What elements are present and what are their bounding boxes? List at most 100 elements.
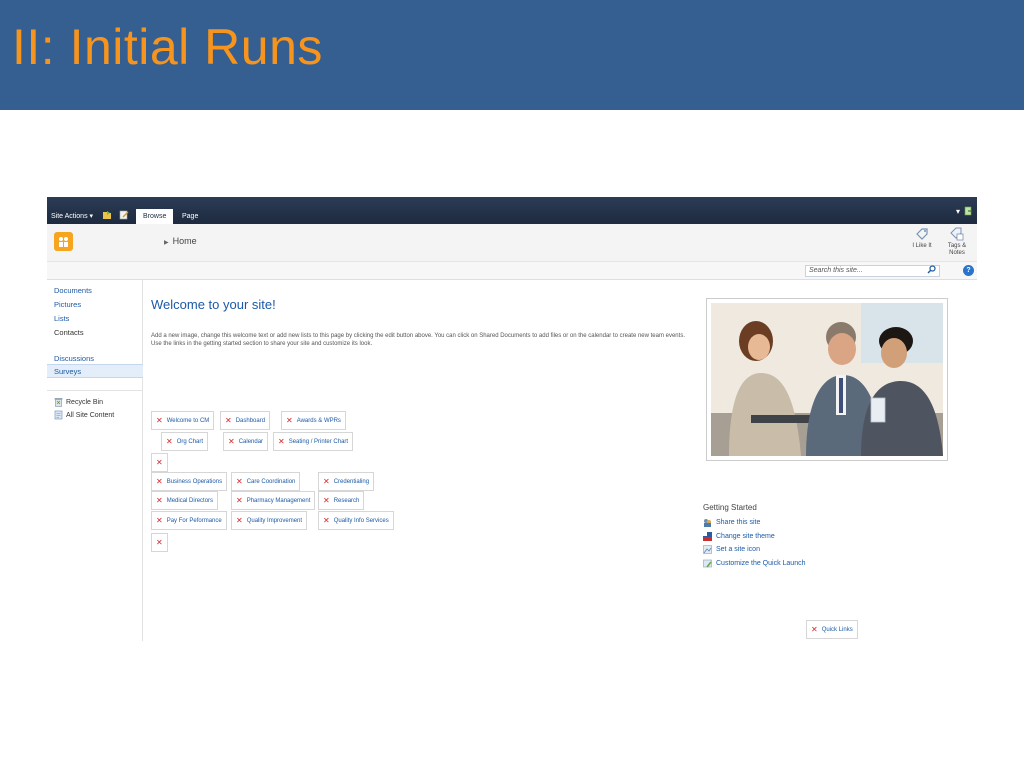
- broken-image-icon: ✕: [323, 496, 330, 505]
- like-tag-icon: [916, 228, 928, 240]
- tile-label: Research: [333, 497, 360, 504]
- slide-title: II: Initial Runs: [12, 19, 323, 75]
- tile-label: Quality Info Services: [333, 517, 389, 524]
- navigate-up-icon[interactable]: [102, 210, 112, 220]
- customize-quick-launch-icon: [703, 559, 712, 568]
- tile-org-chart[interactable]: ✕ Org Chart: [161, 432, 209, 451]
- tile-research[interactable]: ✕ Research: [318, 491, 365, 510]
- sign-out-icon[interactable]: [964, 206, 973, 216]
- ribbon-bar: Site Actions ▾ Browse Page ▾: [47, 197, 977, 224]
- change-theme-label: Change site theme: [716, 533, 775, 540]
- tile-label: Seating / Printer Chart: [288, 438, 349, 445]
- tile-quality-improvement[interactable]: ✕ Quality Improvement: [231, 511, 308, 530]
- customize-quick-launch-label: Customize the Quick Launch: [716, 560, 806, 567]
- tile-label: Org Chart: [176, 438, 204, 445]
- team-photo-image: [711, 303, 943, 456]
- set-site-icon-link[interactable]: Set a site icon: [703, 545, 760, 554]
- nav-contacts[interactable]: Contacts: [54, 328, 84, 337]
- nav-lists[interactable]: Lists: [54, 314, 69, 323]
- like-label: I Like It: [912, 243, 932, 249]
- recycle-bin-label: Recycle Bin: [66, 398, 103, 406]
- tile-label: Pay For Peformance: [166, 517, 222, 524]
- all-site-content-icon: [54, 410, 63, 420]
- share-site-link[interactable]: Share this site: [703, 518, 760, 527]
- broken-image-icon: ✕: [323, 516, 330, 525]
- tile-quality-info-services[interactable]: ✕ Quality Info Services: [318, 511, 394, 530]
- notes-label: Notes: [949, 250, 965, 256]
- dropdown-arrow-icon[interactable]: ▾: [956, 207, 960, 216]
- tile-seating-printer-chart[interactable]: ✕ Seating / Printer Chart: [273, 432, 354, 451]
- broken-image-icon: ✕: [236, 516, 243, 525]
- tile-label: Dashboard: [235, 417, 266, 424]
- nav-recycle-bin[interactable]: Recycle Bin: [54, 397, 103, 407]
- tile-label: Credentialing: [333, 478, 370, 485]
- tile-dashboard[interactable]: ✕ Dashboard: [220, 411, 271, 430]
- search-input[interactable]: Search this site...: [805, 265, 940, 277]
- broken-image-icon: ✕: [228, 437, 235, 446]
- tile-label: Medical Directors: [166, 497, 214, 504]
- tile-broken-image[interactable]: ✕: [151, 453, 168, 472]
- tab-browse[interactable]: Browse: [136, 209, 174, 224]
- edit-page-icon[interactable]: [119, 210, 129, 220]
- getting-started-title: Getting Started: [703, 503, 757, 512]
- change-theme-icon: [703, 532, 712, 541]
- broken-image-icon: ✕: [286, 416, 293, 425]
- nav-discussions[interactable]: Discussions: [54, 354, 94, 363]
- welcome-text: Add a new image, change this welcome tex…: [151, 333, 685, 347]
- tile-credentialing[interactable]: ✕ Credentialing: [318, 472, 375, 491]
- search-bar-row: Search this site... ?: [47, 262, 977, 280]
- tile-label: Care Coordination: [246, 478, 296, 485]
- tags-notes-button[interactable]: Tags & Notes: [942, 227, 972, 257]
- tile-awards-wprs[interactable]: ✕ Awards & WPRs: [281, 411, 346, 430]
- help-icon[interactable]: ?: [963, 265, 974, 276]
- customize-quick-launch-link[interactable]: Customize the Quick Launch: [703, 559, 806, 568]
- broken-image-icon: ✕: [278, 437, 285, 446]
- search-icon[interactable]: [927, 265, 936, 276]
- broken-image-icon: ✕: [156, 458, 163, 467]
- site-title-area: ▶ Home I Like It Tags & Notes: [47, 224, 977, 262]
- tile-broken-image-2[interactable]: ✕: [151, 533, 168, 552]
- broken-image-icon: ✕: [236, 496, 243, 505]
- i-like-it-button[interactable]: I Like It: [907, 227, 937, 250]
- quick-launch: Documents Pictures Lists Contacts Discus…: [47, 280, 143, 641]
- recycle-bin-icon: [54, 398, 63, 407]
- sharepoint-screenshot: Site Actions ▾ Browse Page ▾ ▶ Home I Lik…: [47, 197, 977, 641]
- tile-label: Pharmacy Management: [246, 497, 311, 504]
- tile-label: Calendar: [238, 438, 264, 445]
- team-photo: [706, 298, 948, 461]
- broken-image-icon: ✕: [166, 437, 173, 446]
- tile-quick-links[interactable]: ✕ Quick Links: [806, 620, 858, 639]
- share-site-label: Share this site: [716, 519, 761, 526]
- site-actions-menu[interactable]: Site Actions ▾: [51, 212, 93, 220]
- nav-pictures[interactable]: Pictures: [54, 300, 81, 309]
- broken-image-icon: ✕: [323, 477, 330, 486]
- set-site-icon-label: Set a site icon: [716, 546, 760, 553]
- broken-image-icon: ✕: [156, 516, 163, 525]
- tile-medical-directors[interactable]: ✕ Medical Directors: [151, 491, 219, 510]
- tile-pay-for-performance[interactable]: ✕ Pay For Peformance: [151, 511, 227, 530]
- breadcrumb-home[interactable]: Home: [173, 236, 197, 246]
- share-site-icon: [704, 519, 711, 527]
- ribbon-right-controls: ▾: [956, 206, 973, 216]
- breadcrumb-arrow-icon: ▶: [164, 240, 169, 246]
- nav-divider: [47, 390, 143, 391]
- welcome-title: Welcome to your site!: [151, 297, 276, 312]
- tile-label: Quick Links: [821, 626, 853, 633]
- nav-all-site-content[interactable]: All Site Content: [54, 410, 114, 420]
- tile-welcome-to-cm[interactable]: ✕ Welcome to CM: [151, 411, 215, 430]
- nav-surveys[interactable]: Surveys: [54, 367, 81, 376]
- broken-image-icon: ✕: [156, 416, 163, 425]
- tile-care-coordination[interactable]: ✕ Care Coordination: [231, 472, 301, 491]
- broken-image-icon: ✕: [225, 416, 232, 425]
- broken-image-icon: ✕: [236, 477, 243, 486]
- tile-pharmacy-management[interactable]: ✕ Pharmacy Management: [231, 491, 316, 510]
- tab-page[interactable]: Page: [175, 209, 205, 224]
- site-logo-icon[interactable]: [54, 232, 73, 251]
- tile-label: Quality Improvement: [246, 517, 303, 524]
- nav-documents[interactable]: Documents: [54, 286, 92, 295]
- tile-business-operations[interactable]: ✕ Business Operations: [151, 472, 228, 491]
- slide-header: II: Initial Runs: [0, 0, 1024, 110]
- tile-calendar[interactable]: ✕ Calendar: [223, 432, 269, 451]
- change-theme-link[interactable]: Change site theme: [703, 532, 775, 541]
- broken-image-icon: ✕: [156, 477, 163, 486]
